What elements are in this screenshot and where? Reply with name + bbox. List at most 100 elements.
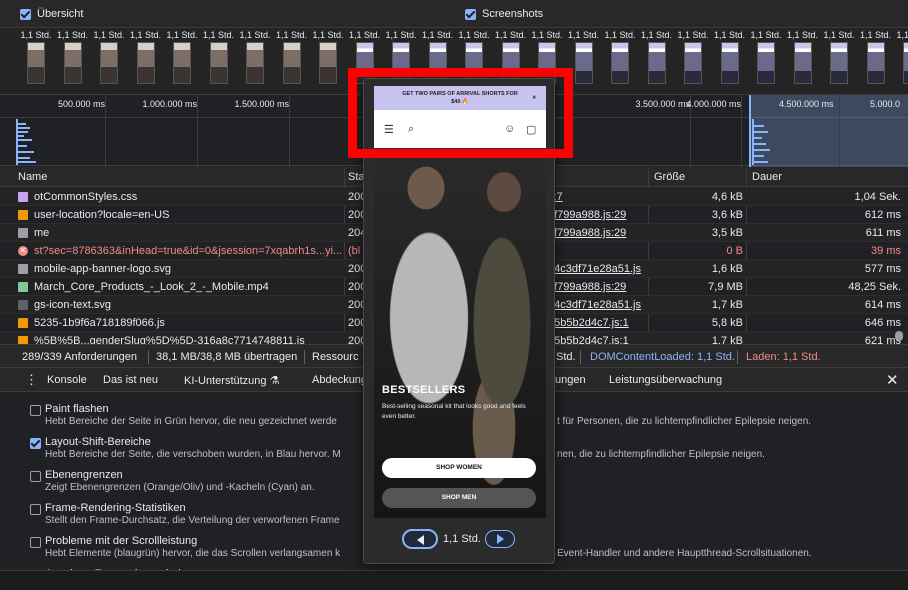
filmstrip-frame[interactable]: 1,1 Std. (237, 30, 273, 92)
doc-icon (18, 228, 28, 238)
request-duration: 614 ms (864, 299, 901, 311)
previous-screenshot-button[interactable] (402, 529, 438, 549)
frame-time-label: 1,1 Std. (531, 30, 563, 40)
tab-performance-monitor[interactable]: Leistungsüberwachung (609, 374, 722, 386)
overview-checkbox[interactable] (20, 8, 31, 20)
filmstrip-frame[interactable]: 1,1 Std. (894, 30, 908, 92)
request-initiator[interactable]: 2f799a988.js:29 (548, 281, 626, 293)
frame-thumbnail (246, 42, 264, 84)
tab-coverage[interactable]: Abdeckung (312, 374, 367, 386)
frame-thumbnail (319, 42, 337, 84)
filmstrip-frame[interactable]: 1,1 Std. (785, 30, 821, 92)
option-description: Hebt Bereiche der Seite in Grün hervor, … (45, 416, 337, 427)
filmstrip-frame[interactable]: 1,1 Std. (274, 30, 310, 92)
filmstrip-frame[interactable]: 1,1 Std. (201, 30, 237, 92)
request-size: 1,6 kB (711, 263, 743, 275)
bottom-bar (0, 570, 908, 590)
frame-thumbnail (136, 42, 155, 84)
filmstrip-frame[interactable]: 1,1 Std. (55, 30, 91, 92)
filmstrip-frame[interactable]: 1,1 Std. (602, 30, 638, 92)
hero-image: BESTSELLERS Best-selling seasonal kit th… (374, 148, 546, 518)
request-size: 0 B (726, 245, 743, 257)
option-checkbox[interactable] (30, 405, 41, 416)
frame-thumbnail (282, 42, 301, 84)
filmstrip-frame[interactable]: 1,1 Std. (164, 30, 200, 92)
frame-thumbnail (63, 42, 82, 84)
frame-thumbnail (173, 42, 191, 84)
option-checkbox[interactable] (30, 537, 41, 548)
frame-time-label: 1,1 Std. (275, 30, 308, 40)
filmstrip-frame[interactable]: 1,1 Std. (91, 30, 127, 92)
frame-time-label: 1,1 Std. (56, 30, 89, 40)
overview-toggle[interactable]: Übersicht (20, 8, 83, 20)
request-duration: 577 ms (864, 263, 901, 275)
frame-time-label: 1,1 Std. (786, 30, 819, 40)
filmstrip-frame[interactable]: 1,1 Std. (675, 30, 711, 92)
option-checkbox[interactable] (30, 504, 41, 515)
request-status: (bl (348, 245, 361, 257)
screenshot-time-label: 1,1 Std. (443, 533, 481, 545)
request-name: March_Core_Products_-_Look_2_-_Mobile.mp… (34, 281, 269, 293)
close-drawer-icon[interactable]: ✕ (886, 371, 899, 389)
frame-thumbnail (27, 42, 45, 84)
column-name[interactable]: Name (18, 171, 47, 183)
tab-console[interactable]: Konsole (47, 374, 87, 386)
filmstrip-frame[interactable]: 1,1 Std. (748, 30, 784, 92)
request-name: st?sec=8786363&inHead=true&id=0&jsession… (34, 245, 343, 257)
request-size: 3,6 kB (711, 209, 743, 221)
next-screenshot-button[interactable] (485, 530, 515, 548)
timeline-tick-label: 1.500.000 ms (234, 99, 289, 109)
column-size[interactable]: Größe (654, 171, 685, 183)
filmstrip-frame[interactable]: 1,1 Std. (18, 30, 54, 92)
request-initiator[interactable]: b4c3df71e28a51.js (548, 263, 641, 275)
option-description: Hebt Elemente (blaugrün) hervor, die das… (45, 548, 341, 559)
frame-time-label: 1,1 Std. (677, 30, 709, 40)
transferred-size: 38,1 MB/38,8 MB übertragen (156, 351, 298, 363)
table-scrollbar[interactable] (895, 331, 903, 341)
tab-whats-new[interactable]: Das ist neu (103, 374, 158, 386)
filmstrip-frame[interactable]: 1,1 Std. (128, 30, 164, 92)
frame-time-label: 1,1 Std. (421, 30, 454, 40)
option-checkbox[interactable] (30, 438, 41, 449)
request-duration: 48,25 Sek. (848, 281, 901, 293)
option-checkbox[interactable] (30, 471, 41, 482)
filmstrip-frame[interactable]: 1,1 Std. (639, 30, 675, 92)
screenshots-checkbox[interactable] (465, 8, 476, 20)
resources-size: Ressourc (312, 351, 359, 363)
status-separator (737, 350, 738, 364)
dom-content-loaded: DOMContentLoaded: 1,1 Std. (590, 351, 735, 363)
request-initiator[interactable]: 2f799a988.js:29 (548, 227, 626, 239)
request-initiator[interactable]: b4c3df71e28a51.js (548, 299, 641, 311)
frame-time-label: 1,1 Std. (750, 30, 782, 40)
screenshots-toggle[interactable]: Screenshots (465, 8, 543, 20)
request-size: 1,7 kB (711, 299, 743, 311)
frame-time-label: 1,1 Std. (129, 30, 162, 40)
option-title: Paint flashen (45, 403, 109, 415)
frame-thumbnail (209, 42, 228, 84)
drawer-menu-icon[interactable]: ⋮ (25, 372, 38, 388)
filmstrip-frame[interactable]: 1,1 Std. (821, 30, 857, 92)
column-duration[interactable]: Dauer (752, 171, 782, 183)
timeline-gridline (741, 95, 742, 167)
request-initiator[interactable]: 2f799a988.js:29 (548, 209, 626, 221)
hero-title: BESTSELLERS (382, 384, 466, 396)
request-initiator[interactable]: 55b5b2d4c7.js:1 (548, 317, 629, 329)
request-waterfall-bars (16, 119, 36, 165)
frame-time-label: 1,1 Std. (494, 30, 527, 40)
frame-thumbnail (866, 42, 885, 84)
filmstrip-frame[interactable]: 1,1 Std. (310, 30, 346, 92)
tab-ai-assistance[interactable]: KI-Unterstützung ⚗ (184, 374, 279, 387)
frame-thumbnail (647, 42, 666, 84)
option-title: Layout-Shift-Bereiche (45, 436, 151, 448)
frame-thumbnail (611, 42, 629, 84)
frame-time-label: 1,1 Std. (859, 30, 892, 40)
option-title: Ebenengrenzen (45, 469, 123, 481)
chevron-left-icon (417, 535, 424, 545)
filmstrip-frame[interactable]: 1,1 Std. (712, 30, 748, 92)
frame-time-label: 1,1 Std. (166, 30, 198, 40)
fetch-icon (18, 210, 28, 220)
tab-rendering[interactable]: ungen (555, 374, 586, 386)
request-duration: 612 ms (864, 209, 901, 221)
filmstrip-frame[interactable]: 1,1 Std. (858, 30, 894, 92)
timeline-tick-label: 5.000.0 (870, 99, 901, 109)
